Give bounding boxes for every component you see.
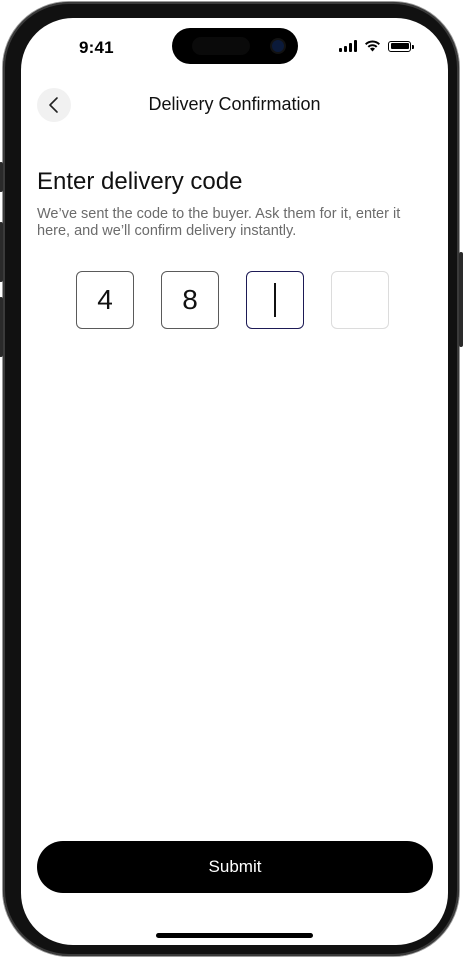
action-button (0, 162, 3, 192)
code-digit-1[interactable]: 4 (76, 271, 134, 329)
code-digit-4[interactable] (331, 271, 389, 329)
code-digit-2[interactable]: 8 (161, 271, 219, 329)
section-heading: Enter delivery code (37, 168, 243, 195)
front-camera-icon (272, 40, 284, 52)
dynamic-island (172, 28, 298, 64)
instruction-text: We’ve sent the code to the buyer. Ask th… (37, 206, 401, 239)
page-title: Delivery Confirmation (148, 94, 321, 114)
code-input-group: 4 8 (76, 271, 389, 329)
volume-up-button (0, 222, 3, 282)
island-sensor (192, 37, 250, 55)
code-digit-3-active[interactable] (246, 271, 304, 329)
power-button (459, 252, 463, 347)
app-screen: 9:41 Delivery Confirmation Enter deliver… (21, 18, 448, 945)
phone-frame: 9:41 Delivery Confirmation Enter deliver… (0, 2, 463, 956)
volume-down-button (0, 297, 3, 357)
battery-icon (388, 40, 414, 52)
status-icons (339, 40, 414, 52)
cellular-signal-icon (339, 40, 357, 52)
wifi-icon (365, 40, 380, 52)
status-time: 9:41 (79, 38, 114, 57)
submit-button[interactable]: Submit (37, 841, 433, 893)
home-indicator (156, 933, 313, 938)
text-caret (274, 283, 276, 317)
